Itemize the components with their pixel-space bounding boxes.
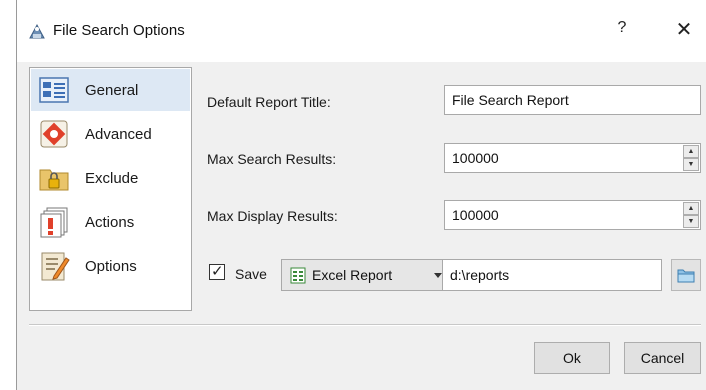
close-button[interactable]: ✕ [667,17,701,43]
options-icon [38,250,70,282]
max-display-results-spinner: ▲ ▼ [683,202,699,228]
max-search-results-value: 100000 [452,150,499,166]
sidebar-item-actions[interactable]: Actions [31,201,190,243]
advanced-icon [38,118,70,150]
save-checkbox[interactable]: ✓ [209,263,225,280]
checkmark-icon: ✓ [211,263,224,280]
report-format-value: Excel Report [312,267,393,283]
sidebar-item-label: General [85,82,139,99]
sidebar-item-exclude[interactable]: Exclude [31,157,190,199]
max-search-results-label: Max Search Results: [207,151,337,167]
max-display-results-label: Max Display Results: [207,208,338,224]
sidebar-item-label: Actions [85,214,135,231]
help-button[interactable]: ? [605,19,639,43]
exclude-icon [38,162,70,194]
max-search-results-spinbox[interactable]: 100000 ▲ ▼ [444,143,701,173]
app-icon [27,22,47,40]
report-path-input[interactable] [442,259,662,291]
sidebar-item-advanced[interactable]: Advanced [31,113,190,155]
separator-line [29,324,701,326]
sidebar-item-options[interactable]: Options [31,245,190,287]
sidebar-item-label: Options [85,258,137,275]
spin-up-arrow-icon[interactable]: ▲ [683,145,699,158]
file-search-options-dialog: File Search Options ? ✕ General Advanced… [16,0,706,390]
spin-down-arrow-icon[interactable]: ▼ [683,215,699,228]
report-title-label: Default Report Title: [207,94,331,110]
window-title: File Search Options [53,22,185,39]
spin-down-arrow-icon[interactable]: ▼ [683,158,699,171]
sidebar-item-label: Advanced [85,126,152,143]
options-category-list: General Advanced Exclude Actions Options [29,67,192,311]
save-label[interactable]: Save [235,266,267,282]
spin-up-arrow-icon[interactable]: ▲ [683,202,699,215]
chevron-down-icon [434,273,442,278]
sidebar-item-general[interactable]: General [31,69,190,111]
title-bar: File Search Options ? ✕ [17,0,706,62]
max-display-results-value: 100000 [452,207,499,223]
report-title-input[interactable] [444,85,701,115]
max-search-results-spinner: ▲ ▼ [683,145,699,171]
max-display-results-spinbox[interactable]: 100000 ▲ ▼ [444,200,701,230]
excel-icon [290,267,306,284]
browse-folder-button[interactable] [671,259,701,291]
report-format-dropdown[interactable]: Excel Report [281,259,451,291]
sidebar-item-label: Exclude [85,170,139,187]
ok-button[interactable]: Ok [534,342,610,374]
folder-icon [677,267,695,286]
general-icon [38,74,70,106]
cancel-button[interactable]: Cancel [624,342,701,374]
actions-icon [38,206,70,238]
